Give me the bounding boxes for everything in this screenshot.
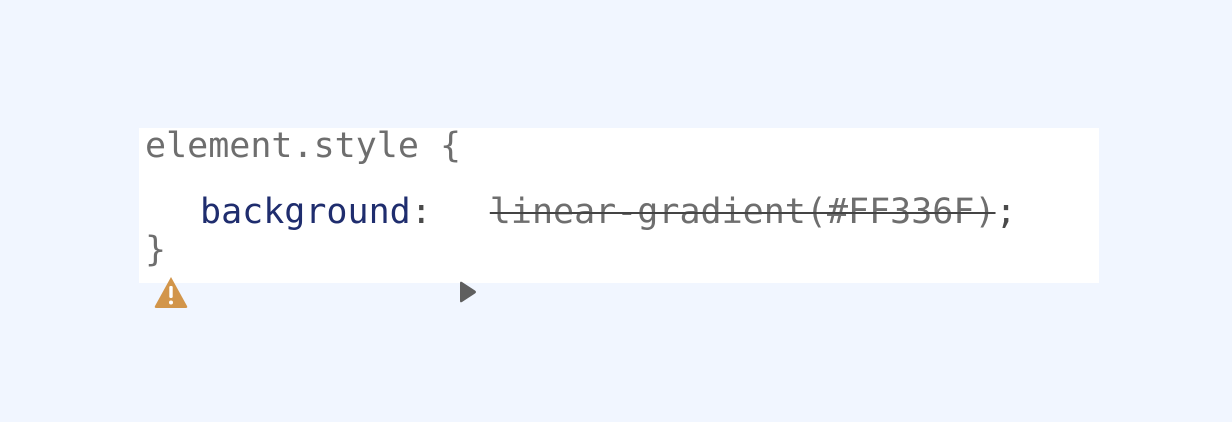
rule-selector[interactable]: element.style bbox=[145, 126, 419, 166]
property-colon: : bbox=[410, 192, 432, 232]
declaration-row[interactable]: background: linear-gradient(#FF336F); bbox=[153, 192, 1017, 308]
close-brace: } bbox=[145, 230, 167, 270]
property-value[interactable]: linear-gradient(#FF336F) bbox=[490, 192, 996, 232]
css-rule-panel: element.style { background: linear-gradi… bbox=[139, 126, 1099, 308]
property-name[interactable]: background bbox=[200, 192, 411, 232]
warning-icon[interactable] bbox=[153, 194, 189, 308]
open-brace: { bbox=[440, 126, 462, 166]
declaration-semicolon: ; bbox=[995, 192, 1017, 232]
triangle-right-icon[interactable] bbox=[458, 200, 478, 303]
selector-line: element.style { bbox=[145, 126, 461, 166]
